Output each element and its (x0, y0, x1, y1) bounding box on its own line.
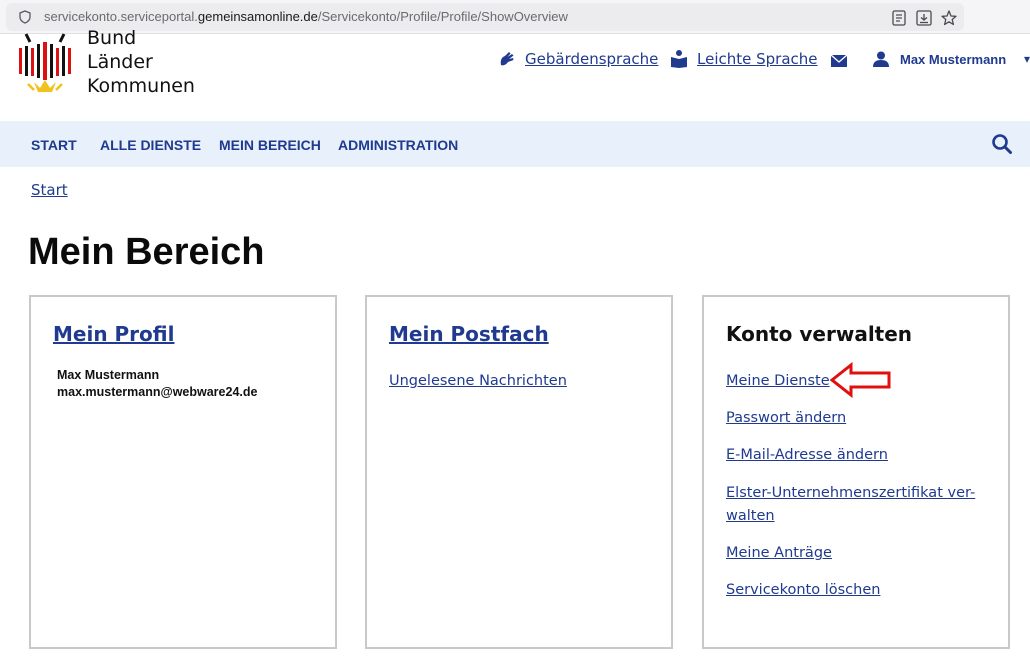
elster-certificate-link[interactable]: Elster-Unternehmenszertifikat ver- (726, 482, 975, 505)
account-card-title: Konto verwalten (726, 322, 913, 346)
download-icon[interactable] (915, 9, 933, 27)
logo-line-1: Bund (87, 27, 137, 49)
logo-line-2: Länder (87, 51, 153, 73)
user-name: Max Mustermann (900, 51, 1007, 67)
my-services-link[interactable]: Meine Dienste (726, 370, 830, 393)
delete-account-link[interactable]: Servicekonto löschen (726, 579, 880, 602)
change-password-link[interactable]: Passwort ändern (726, 407, 846, 430)
url-text[interactable]: servicekonto.serviceportal.gemeinsamonli… (44, 9, 568, 24)
postfach-card-title[interactable]: Mein Postfach (389, 322, 549, 346)
account-card: Konto verwalten Meine Dienste Passwort ä… (702, 295, 1010, 649)
user-icon (873, 51, 889, 67)
reader-view-icon[interactable] (890, 9, 908, 27)
page-title: Mein Bereich (28, 231, 265, 273)
profile-card: Mein Profil Max Mustermann max.musterman… (29, 295, 337, 649)
mail-icon[interactable] (830, 54, 848, 68)
chevron-down-icon[interactable]: ▾ (1024, 52, 1030, 66)
easy-language-link[interactable]: Leichte Sprache (669, 49, 818, 69)
profile-card-title[interactable]: Mein Profil (53, 322, 174, 346)
profile-name: Max Mustermann (57, 368, 160, 382)
my-applications-link[interactable]: Meine Anträge (726, 542, 832, 565)
sign-language-icon (500, 52, 514, 66)
sign-language-label: Gebärdensprache (525, 50, 659, 68)
shield-icon[interactable] (18, 10, 32, 24)
eagle-logo-icon (19, 33, 71, 92)
logo-line-3: Kommunen (87, 75, 195, 97)
logo-wordmark: Bund Länder Kommunen (87, 26, 195, 98)
main-navigation: START ALLE DIENSTE MEIN BEREICH ADMINIST… (0, 121, 1030, 167)
profile-email: max.mustermann@webware24.de (57, 385, 258, 399)
user-menu[interactable]: Max Mustermann (872, 51, 1006, 67)
nav-item-start[interactable]: START (31, 137, 77, 153)
search-icon[interactable] (991, 133, 1013, 155)
nav-item-mein-bereich[interactable]: MEIN BEREICH (219, 137, 321, 153)
nav-item-administration[interactable]: ADMINISTRATION (338, 137, 458, 153)
unread-messages-link[interactable]: Ungelesene Nachrichten (389, 370, 567, 393)
easy-language-icon (671, 50, 687, 68)
postfach-card: Mein Postfach Ungelesene Nachrichten (365, 295, 673, 649)
easy-language-label: Leichte Sprache (697, 50, 818, 68)
sign-language-link[interactable]: Gebärdensprache (497, 49, 658, 69)
bookmark-star-icon[interactable] (940, 9, 958, 27)
breadcrumb-start[interactable]: Start (31, 181, 68, 199)
nav-item-alle-dienste[interactable]: ALLE DIENSTE (100, 137, 201, 153)
elster-certificate-link-line2[interactable]: walten (726, 505, 775, 528)
red-arrow-annotation (829, 362, 891, 398)
change-email-link[interactable]: E-Mail-Adresse ändern (726, 444, 888, 467)
